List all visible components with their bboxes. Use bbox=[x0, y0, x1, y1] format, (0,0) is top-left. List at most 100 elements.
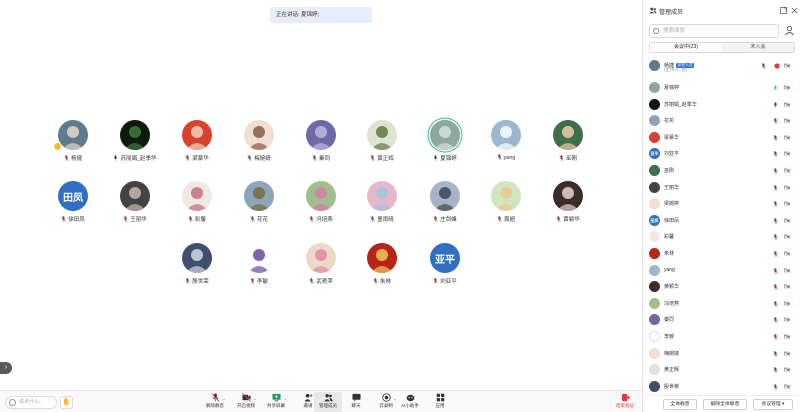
row-mic-toggle[interactable] bbox=[773, 168, 779, 174]
participant-tile[interactable]: 童雨晴 bbox=[352, 181, 412, 231]
row-camera-toggle[interactable] bbox=[784, 168, 790, 174]
invite-user-icon[interactable] bbox=[784, 25, 795, 36]
row-mic-toggle[interactable] bbox=[773, 134, 779, 141]
participant-tile[interactable]: 梁慕华 bbox=[167, 120, 227, 170]
unmute-all-button[interactable]: 解除全体静音 bbox=[703, 399, 747, 410]
chat-button[interactable]: 聊天 bbox=[342, 392, 370, 412]
row-mic-toggle[interactable] bbox=[773, 217, 779, 224]
participant-tile[interactable]: 朱林 bbox=[352, 243, 412, 293]
row-mic-toggle[interactable] bbox=[773, 317, 779, 324]
row-camera-toggle[interactable] bbox=[784, 317, 790, 323]
row-mic-toggle[interactable] bbox=[773, 201, 779, 207]
participant-row[interactable]: 梁婉婷 bbox=[643, 196, 800, 213]
unmute-button[interactable]: 解除静音 bbox=[201, 392, 229, 412]
row-mic-toggle[interactable] bbox=[773, 234, 779, 241]
row-camera-toggle[interactable] bbox=[784, 135, 790, 141]
row-mic-toggle[interactable] bbox=[773, 101, 779, 108]
row-camera-toggle[interactable] bbox=[784, 118, 790, 124]
row-camera-toggle[interactable] bbox=[784, 102, 790, 108]
participant-row[interactable]: 朱林 bbox=[643, 246, 800, 263]
member-search-input[interactable]: 搜索成员 bbox=[649, 24, 779, 38]
row-mic-toggle[interactable] bbox=[773, 184, 779, 191]
mute-all-button[interactable]: 全体静音 bbox=[663, 399, 697, 410]
participant-row[interactable]: 彩馨 bbox=[643, 229, 800, 246]
participant-tile[interactable]: yang bbox=[476, 120, 536, 170]
row-mic-toggle[interactable] bbox=[773, 367, 779, 373]
row-mic-toggle[interactable] bbox=[773, 151, 779, 158]
participant-row[interactable]: 巫刚 bbox=[643, 163, 800, 180]
video-button[interactable]: 开启视频 bbox=[232, 392, 260, 412]
raise-hand-button[interactable]: ✋ bbox=[60, 396, 73, 409]
dropdown-caret-icon[interactable]: ^ bbox=[254, 397, 256, 402]
end-meeting-button[interactable]: 结束会议 bbox=[612, 392, 638, 412]
participant-tile[interactable]: 亚平 刘亚平 bbox=[415, 243, 475, 293]
participant-tile[interactable]: 周超 bbox=[476, 181, 536, 231]
participant-row[interactable]: 花花 bbox=[643, 113, 800, 130]
row-camera-toggle[interactable] bbox=[784, 384, 790, 390]
participant-row[interactable]: 秦同 bbox=[643, 312, 800, 329]
row-camera-toggle[interactable] bbox=[784, 367, 790, 373]
participant-tile[interactable]: 殷世荣 bbox=[167, 243, 227, 293]
participant-tile[interactable]: 王丽华 bbox=[105, 181, 165, 231]
row-mic-toggle[interactable] bbox=[773, 383, 779, 390]
row-camera-toggle[interactable] bbox=[784, 284, 790, 290]
participant-row[interactable]: 苏丽娟_赵季华 bbox=[643, 97, 800, 114]
participant-tile[interactable]: 冯培燕 bbox=[291, 181, 351, 231]
participant-tile[interactable]: 彩馨 bbox=[167, 181, 227, 231]
row-mic-toggle[interactable] bbox=[773, 118, 779, 124]
participant-row[interactable]: 王丽华 bbox=[643, 180, 800, 197]
participant-row[interactable]: 李敏 bbox=[643, 329, 800, 346]
row-mic-toggle[interactable] bbox=[773, 334, 779, 340]
quick-chat-input[interactable]: 说点什么... bbox=[5, 396, 57, 409]
participant-tile[interactable]: 杨捷 bbox=[43, 120, 103, 170]
row-camera-toggle[interactable] bbox=[784, 151, 790, 157]
participant-tile[interactable]: 田凤 徐田凤 bbox=[43, 181, 103, 231]
apps-button[interactable]: 应用 bbox=[426, 392, 454, 412]
participant-row[interactable]: 冯培燕 bbox=[643, 296, 800, 313]
row-mic-toggle[interactable] bbox=[761, 63, 767, 69]
row-camera-toggle[interactable] bbox=[784, 85, 790, 91]
participant-row[interactable]: 田凤 徐田凤 bbox=[643, 213, 800, 230]
tab-not-joined[interactable]: 未入会 bbox=[722, 43, 794, 52]
close-icon[interactable] bbox=[791, 7, 798, 14]
participant-tile[interactable]: 李敏 bbox=[229, 243, 289, 293]
participant-tile[interactable]: 苏丽娟_赵季华 bbox=[105, 120, 165, 170]
share-button[interactable]: 共享屏幕 bbox=[262, 392, 290, 412]
participant-tile[interactable]: 巫刚 bbox=[538, 120, 598, 170]
row-camera-toggle[interactable] bbox=[784, 301, 790, 307]
dropdown-caret-icon[interactable]: ^ bbox=[284, 397, 286, 402]
popout-icon[interactable] bbox=[780, 7, 787, 14]
row-camera-toggle[interactable] bbox=[784, 234, 790, 240]
participant-row[interactable]: 黄颖华 bbox=[643, 279, 800, 296]
participant-row[interactable]: 梅婉婧 bbox=[643, 346, 800, 363]
participant-tile[interactable]: 秦同 bbox=[291, 120, 351, 170]
participant-row[interactable]: yang bbox=[643, 263, 800, 280]
participant-row[interactable]: 黄正辉 bbox=[643, 362, 800, 379]
participant-tile[interactable]: 黄颖华 bbox=[538, 181, 598, 231]
participant-tile[interactable]: 黄正辉 bbox=[352, 120, 412, 170]
row-camera-toggle[interactable] bbox=[784, 334, 790, 340]
row-camera-toggle[interactable] bbox=[784, 63, 790, 69]
row-mic-toggle[interactable] bbox=[773, 85, 779, 91]
participant-row[interactable]: 杨捷 家校入会 (主持人, 我) bbox=[643, 58, 800, 80]
participant-row[interactable]: 梁慕华 bbox=[643, 130, 800, 147]
participant-tile[interactable]: 武艳萍 bbox=[291, 243, 351, 293]
row-camera-toggle[interactable] bbox=[784, 251, 790, 257]
participant-row[interactable]: 夏锦婷 bbox=[643, 80, 800, 97]
row-camera-toggle[interactable] bbox=[784, 218, 790, 224]
expand-handle[interactable]: › bbox=[0, 362, 12, 374]
participant-row[interactable]: 殷世荣 bbox=[643, 379, 800, 394]
row-mic-toggle[interactable] bbox=[773, 267, 779, 274]
participant-tile[interactable]: 庄剑峰 bbox=[415, 181, 475, 231]
participant-row[interactable]: 亚平 刘亚平 bbox=[643, 146, 800, 163]
ai-button[interactable]: AI小助手 bbox=[396, 392, 424, 412]
participant-tile[interactable]: 花花 bbox=[229, 181, 289, 231]
row-camera-toggle[interactable] bbox=[784, 350, 790, 357]
participant-tile[interactable]: 夏锦婷 bbox=[415, 120, 475, 170]
row-mic-toggle[interactable] bbox=[773, 284, 779, 290]
row-mic-toggle[interactable] bbox=[773, 251, 779, 257]
tab-in-meeting[interactable]: 会议中(23) bbox=[650, 43, 722, 52]
row-camera-toggle[interactable] bbox=[784, 267, 790, 274]
row-camera-toggle[interactable] bbox=[784, 201, 790, 207]
row-camera-toggle[interactable] bbox=[784, 184, 790, 191]
